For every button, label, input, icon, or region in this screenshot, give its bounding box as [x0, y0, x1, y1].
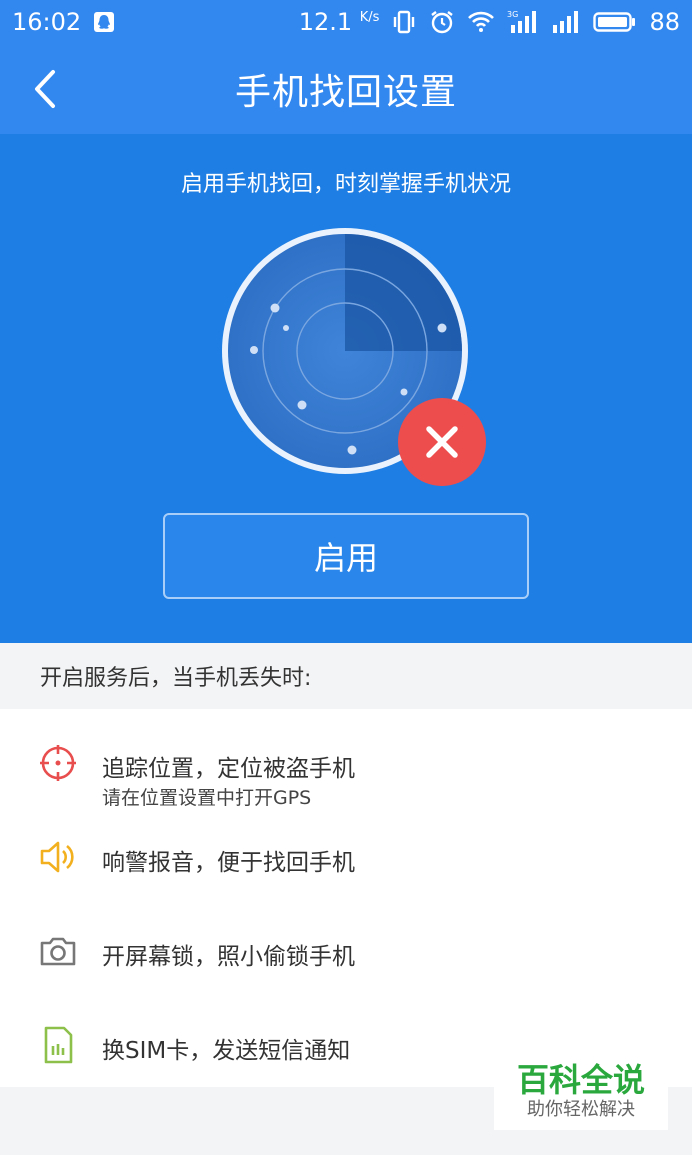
watermark-title: 百科全说: [516, 1061, 645, 1099]
feature-track-location: 追踪位置，定位被盗手机 请在位置设置中打开GPS: [0, 731, 692, 825]
radar-sweep: [345, 234, 462, 351]
radar-dot: [400, 388, 408, 396]
crosshair-icon: [38, 743, 78, 783]
status-time: 16:02: [12, 8, 82, 36]
signal-icon: [551, 9, 581, 35]
page-title: 手机找回设置: [234, 72, 457, 113]
svg-text:3G: 3G: [507, 10, 518, 19]
hero-subtitle: 启用手机找回，时刻掌握手机状况: [180, 172, 511, 197]
alarm-icon: [429, 9, 455, 35]
qq-notification-icon: [93, 11, 115, 33]
radar-dot: [283, 325, 289, 331]
radar-graphic: [214, 228, 494, 488]
radar-dot: [270, 303, 280, 313]
feature-title: 开屏幕锁，照小偷锁手机: [102, 944, 355, 970]
network-speed: 12.1 K/s: [298, 8, 380, 36]
back-button[interactable]: [22, 66, 68, 112]
radar-dot: [297, 400, 307, 410]
feature-subtitle: 请在位置设置中打开GPS: [102, 787, 312, 809]
watermark-logo: 百科全说 助你轻松解决: [494, 1058, 668, 1130]
battery-level: 88: [649, 8, 680, 36]
signal-3g-icon: 3G: [507, 9, 539, 35]
battery-icon: [593, 11, 637, 33]
radar-dot: [437, 323, 447, 333]
feature-title: 追踪位置，定位被盗手机: [102, 756, 355, 782]
camera-icon: [38, 931, 78, 971]
wifi-icon: [467, 10, 495, 34]
radar-dot: [250, 346, 258, 354]
feature-alarm-sound: 响警报音，便于找回手机: [0, 825, 692, 919]
sim-card-icon: [38, 1025, 78, 1065]
feature-title: 换SIM卡，发送短信通知: [102, 1038, 351, 1064]
section-header: 开启服务后，当手机丢失时:: [0, 643, 692, 709]
radar-dot: [347, 445, 357, 455]
hero-section: 启用手机找回，时刻掌握手机状况 启用: [0, 134, 692, 643]
feature-screen-lock: 开屏幕锁，照小偷锁手机: [0, 919, 692, 1013]
vibrate-icon: [391, 9, 417, 35]
speaker-icon: [38, 837, 78, 877]
chevron-left-icon: [35, 70, 55, 108]
status-bar: 16:02 12.1 K/s 3G 88: [0, 0, 692, 44]
watermark-subtitle: 助你轻松解决: [527, 1099, 635, 1120]
feature-title: 响警报音，便于找回手机: [102, 850, 355, 876]
nav-bar: 手机找回设置: [0, 44, 692, 134]
enable-button[interactable]: 启用: [163, 513, 529, 599]
feature-list: 追踪位置，定位被盗手机 请在位置设置中打开GPS 响警报音，便于找回手机 开屏幕…: [0, 709, 692, 1087]
